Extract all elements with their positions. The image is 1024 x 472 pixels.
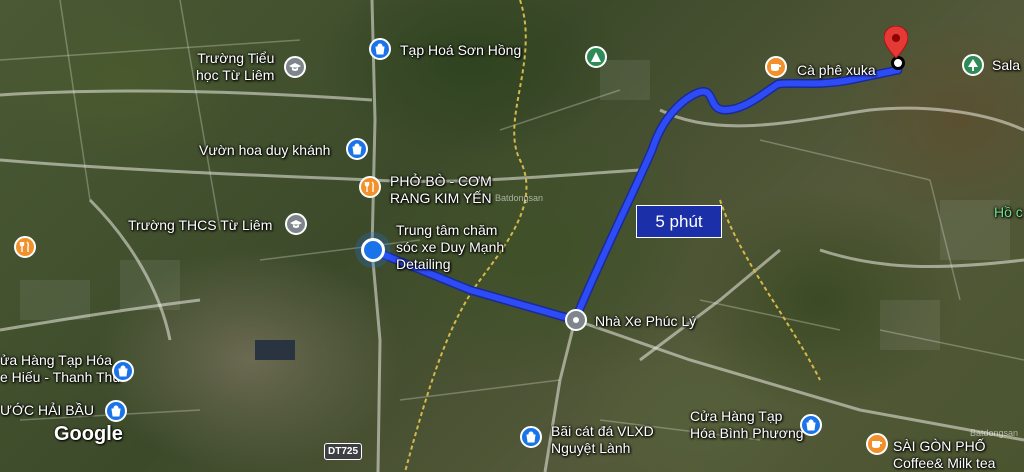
poi-label-line: Cửa Hàng Tạp <box>690 408 783 424</box>
red-pin-icon[interactable] <box>884 26 908 58</box>
coffee-icon[interactable] <box>866 433 888 455</box>
poi-label-sala[interactable]: Sala <box>992 57 1020 74</box>
shopping-bag-icon[interactable] <box>346 138 368 160</box>
shopping-bag-icon[interactable] <box>800 414 822 436</box>
poi-label-saigon-pho[interactable]: SÀI GÒN PHỐ Coffee& Milk tea <box>893 438 995 472</box>
road-shield: DT725 <box>324 443 362 460</box>
poi-label-ho[interactable]: Hồ c <box>994 204 1023 221</box>
poi-label-line: Bãi cát đá VLXD <box>551 423 654 439</box>
shopping-bag-icon[interactable] <box>520 426 542 448</box>
poi-label-line: RANG KIM YẾN <box>390 190 492 206</box>
poi-label-line: Trung tâm chăm <box>396 222 498 238</box>
poi-label-cua-hang-left[interactable]: ửa Hàng Tạp Hóa e Hiếu - Thanh Thu <box>0 352 120 386</box>
shopping-bag-icon[interactable] <box>105 400 127 422</box>
poi-label-pho-bo[interactable]: PHỞ BÒ - CƠM RANG KIM YẾN <box>390 173 492 207</box>
poi-label-line: SÀI GÒN PHỐ <box>893 438 986 454</box>
poi-label-truong-thcs[interactable]: Trường THCS Từ Liêm <box>128 217 272 234</box>
poi-label-ca-phe[interactable]: Cà phê xuka <box>797 62 876 79</box>
poi-label-bai-cat[interactable]: Bãi cát đá VLXD Nguyệt Lành <box>551 423 654 457</box>
coffee-icon[interactable] <box>765 56 787 78</box>
destination-ring-marker[interactable] <box>891 56 905 70</box>
poi-label-trung-tam[interactable]: Trung tâm chăm sóc xe Duy Mạnh Detailing <box>396 222 504 273</box>
tree-icon[interactable] <box>962 54 984 76</box>
poi-label-tap-hoa-son-hong[interactable]: Tạp Hoá Sơn Hồng <box>400 42 521 59</box>
poi-label-line: sóc xe Duy Mạnh <box>396 239 505 255</box>
campground-icon[interactable] <box>585 46 607 68</box>
poi-label-truong-tieu-hoc[interactable]: Trường Tiểu học Từ Liêm <box>196 50 274 84</box>
poi-label-vuon-hoa[interactable]: Vườn hoa duy khánh <box>199 142 330 159</box>
shopping-bag-icon[interactable] <box>112 360 134 382</box>
school-icon[interactable] <box>284 56 306 78</box>
google-attribution: Google <box>54 423 123 445</box>
poi-label-line: Nguyệt Lành <box>551 440 631 456</box>
poi-label-nuoc-hai-bau[interactable]: ƯỚC HẢI BẦU <box>0 402 94 419</box>
pin-icon[interactable] <box>565 309 587 331</box>
route-eta-badge[interactable]: 5 phút <box>636 205 722 238</box>
watermark: Batdongsan <box>495 193 544 203</box>
poi-label-line: học Từ Liêm <box>196 67 275 83</box>
map-canvas[interactable]: Tạp Hoá Sơn Hồng Trường Tiểu học Từ Liêm… <box>0 0 1024 472</box>
restaurant-icon[interactable] <box>359 176 381 198</box>
poi-label-cua-hang-right[interactable]: Cửa Hàng Tạp Hóa Bình Phương <box>690 408 804 442</box>
school-icon[interactable] <box>285 213 307 235</box>
start-location-marker[interactable] <box>361 238 385 262</box>
poi-label-line: ửa Hàng Tạp Hóa <box>0 352 112 368</box>
poi-label-line: Coffee& Milk tea <box>893 455 996 471</box>
poi-label-line: PHỞ BÒ - CƠM <box>390 173 492 189</box>
shopping-bag-icon[interactable] <box>369 38 391 60</box>
restaurant-icon[interactable] <box>14 236 36 258</box>
poi-label-line: Hóa Bình Phương <box>690 425 804 441</box>
poi-label-line: e Hiếu - Thanh Thu <box>0 369 121 385</box>
watermark: Batdongsan <box>970 428 1019 438</box>
poi-label-line: Trường Tiểu <box>197 50 275 66</box>
poi-label-nha-xe[interactable]: Nhà Xe Phúc Lý <box>595 313 696 330</box>
poi-label-line: Detailing <box>396 256 451 272</box>
